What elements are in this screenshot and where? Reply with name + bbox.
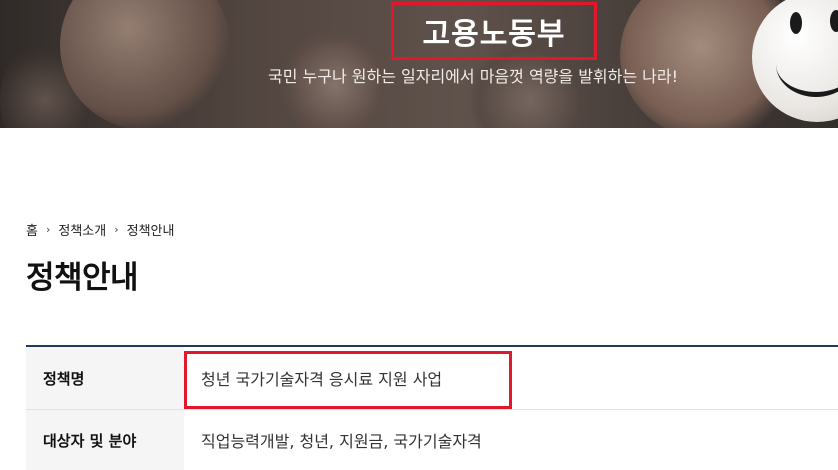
chevron-right-icon: › (114, 222, 119, 236)
breadcrumb-home[interactable]: 홈 (26, 220, 38, 239)
hero-banner: 고용노동부 국민 누구나 원하는 일자리에서 마음껏 역량을 발휘하는 나라! (0, 0, 838, 128)
breadcrumb-policy-guide[interactable]: 정책안내 (127, 220, 175, 239)
table-row: 대상자 및 분야 직업능력개발, 청년, 지원금, 국가기술자격 (26, 410, 838, 470)
policy-info-table: 정책명 청년 국가기술자격 응시료 지원 사업 대상자 및 분야 직업능력개발,… (26, 345, 838, 470)
breadcrumb-policy-intro[interactable]: 정책소개 (58, 220, 106, 239)
policy-name-value: 청년 국가기술자격 응시료 지원 사업 (201, 370, 443, 389)
chevron-right-icon: › (45, 222, 51, 236)
table-header-cell: 정책명 (26, 347, 184, 409)
table-row: 정책명 청년 국가기술자격 응시료 지원 사업 (26, 347, 838, 410)
target-and-field-value: 직업능력개발, 청년, 지원금, 국가기술자격 (201, 432, 482, 451)
page-title: 정책안내 (26, 260, 139, 296)
site-title[interactable]: 고용노동부 (423, 9, 566, 53)
smiley-mouth (776, 32, 838, 97)
hero-title-highlight: 고용노동부 (391, 2, 597, 60)
hero-subtitle: 국민 누구나 원하는 일자리에서 마음껏 역량을 발휘하는 나라! (268, 67, 679, 86)
smiley-eye (790, 12, 802, 34)
breadcrumb: 홈 › 정책소개 › 정책안내 (26, 219, 174, 239)
smiley-eye (830, 10, 838, 32)
table-header-cell: 대상자 및 분야 (26, 410, 184, 470)
